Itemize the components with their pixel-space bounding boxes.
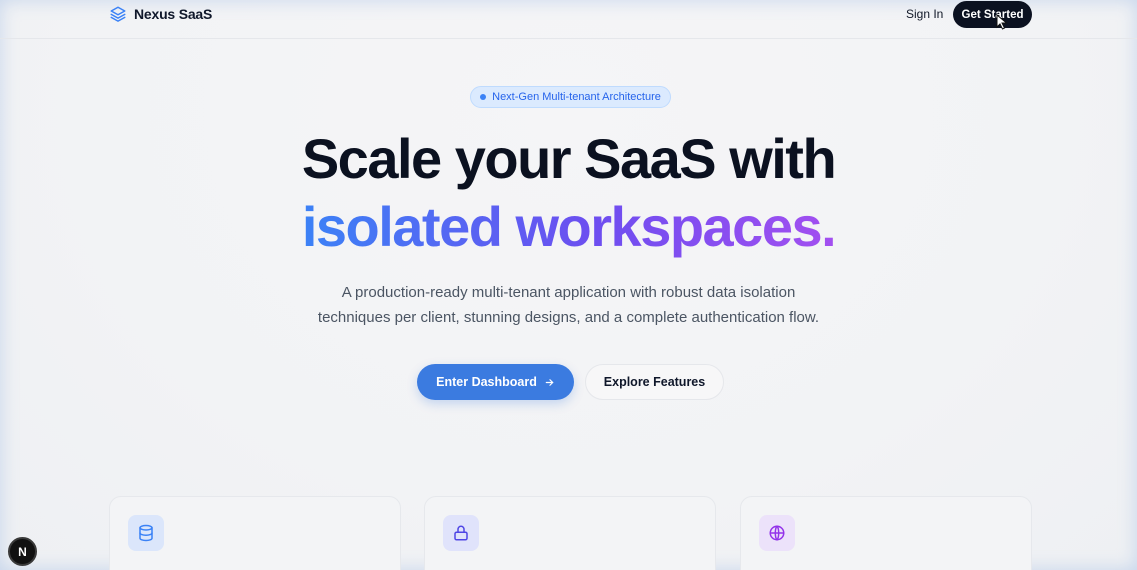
enter-dashboard-button[interactable]: Enter Dashboard — [417, 364, 574, 400]
dev-tools-badge[interactable]: N — [8, 537, 37, 566]
get-started-button[interactable]: Get Started — [953, 1, 1032, 28]
hero-headline-gradient: isolated workspaces. — [301, 195, 837, 258]
explore-features-button[interactable]: Explore Features — [585, 364, 724, 400]
brand-logo-link[interactable]: Nexus SaaS — [109, 4, 212, 24]
feature-icon-box — [443, 515, 479, 551]
mouse-pointer-icon — [996, 14, 1008, 30]
layers-icon — [110, 6, 126, 22]
hero-headline-line1: Scale your SaaS with — [301, 127, 837, 190]
hero-subtitle-line1: A production-ready multi-tenant applicat… — [341, 284, 796, 301]
badge-text: Next-Gen Multi-tenant Architecture — [492, 91, 661, 103]
feature-card-database — [109, 496, 401, 570]
globe-icon — [769, 525, 785, 541]
badge-dot-icon — [480, 94, 487, 100]
feature-icon-box — [128, 515, 164, 551]
arrow-right-icon — [545, 378, 554, 386]
hero-headline-line2: isolated workspaces. — [0, 194, 1137, 260]
feature-icon-box — [759, 515, 795, 551]
lock-icon — [454, 525, 468, 541]
landing-page: Nexus SaaS Sign In Get Started Next-Gen … — [0, 0, 1137, 570]
hero-subtitle: A production-ready multi-tenant applicat… — [0, 281, 1137, 330]
announcement-badge: Next-Gen Multi-tenant Architecture — [470, 86, 671, 108]
brand-name: Nexus SaaS — [134, 6, 213, 22]
feature-card-global — [740, 496, 1032, 570]
enter-dashboard-label: Enter Dashboard — [436, 375, 537, 389]
sign-in-button[interactable]: Sign In — [906, 7, 943, 21]
feature-card-security — [424, 496, 716, 570]
hero-subtitle-line2: techniques per client, stunning designs,… — [317, 308, 820, 326]
top-navbar: Nexus SaaS Sign In Get Started — [0, 0, 1137, 39]
database-icon — [139, 524, 153, 542]
